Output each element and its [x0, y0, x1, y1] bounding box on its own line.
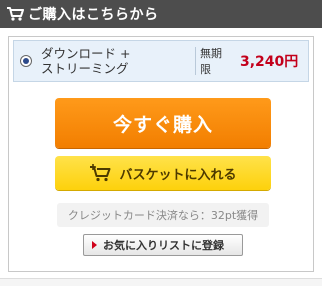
- basket-add-icon: [89, 164, 111, 182]
- option-label-line1: ダウンロード +: [41, 46, 131, 61]
- arrow-right-icon: [92, 241, 97, 249]
- add-to-wishlist-button[interactable]: お気に入りリストに登録: [83, 234, 243, 256]
- add-to-basket-label: バスケットに入れる: [119, 167, 237, 183]
- option-radio[interactable]: [20, 55, 32, 67]
- purchase-header: ご購入はこちらから: [0, 0, 322, 28]
- option-label-line2: ストリーミング: [41, 61, 129, 76]
- option-term: 無期限: [200, 47, 222, 76]
- header-title: ご購入はこちらから: [28, 7, 159, 23]
- add-to-wishlist-label: お気に入りリストに登録: [103, 239, 224, 252]
- credit-points-note: クレジットカード決済なら：32pt獲得: [57, 203, 269, 227]
- buy-now-button[interactable]: 今すぐ購入: [55, 98, 271, 148]
- option-divider: [195, 47, 196, 75]
- add-to-basket-button[interactable]: バスケットに入れる: [55, 156, 271, 190]
- option-price: 3,240円: [240, 54, 299, 70]
- purchase-option-download-streaming[interactable]: ダウンロード + ストリーミング 無期限 3,240円: [13, 40, 309, 82]
- next-section-edge: [0, 278, 322, 286]
- purchase-panel: ダウンロード + ストリーミング 無期限 3,240円 今すぐ購入 バスケットに…: [8, 36, 314, 272]
- option-label: ダウンロード + ストリーミング: [41, 46, 191, 76]
- cart-icon: [6, 6, 24, 22]
